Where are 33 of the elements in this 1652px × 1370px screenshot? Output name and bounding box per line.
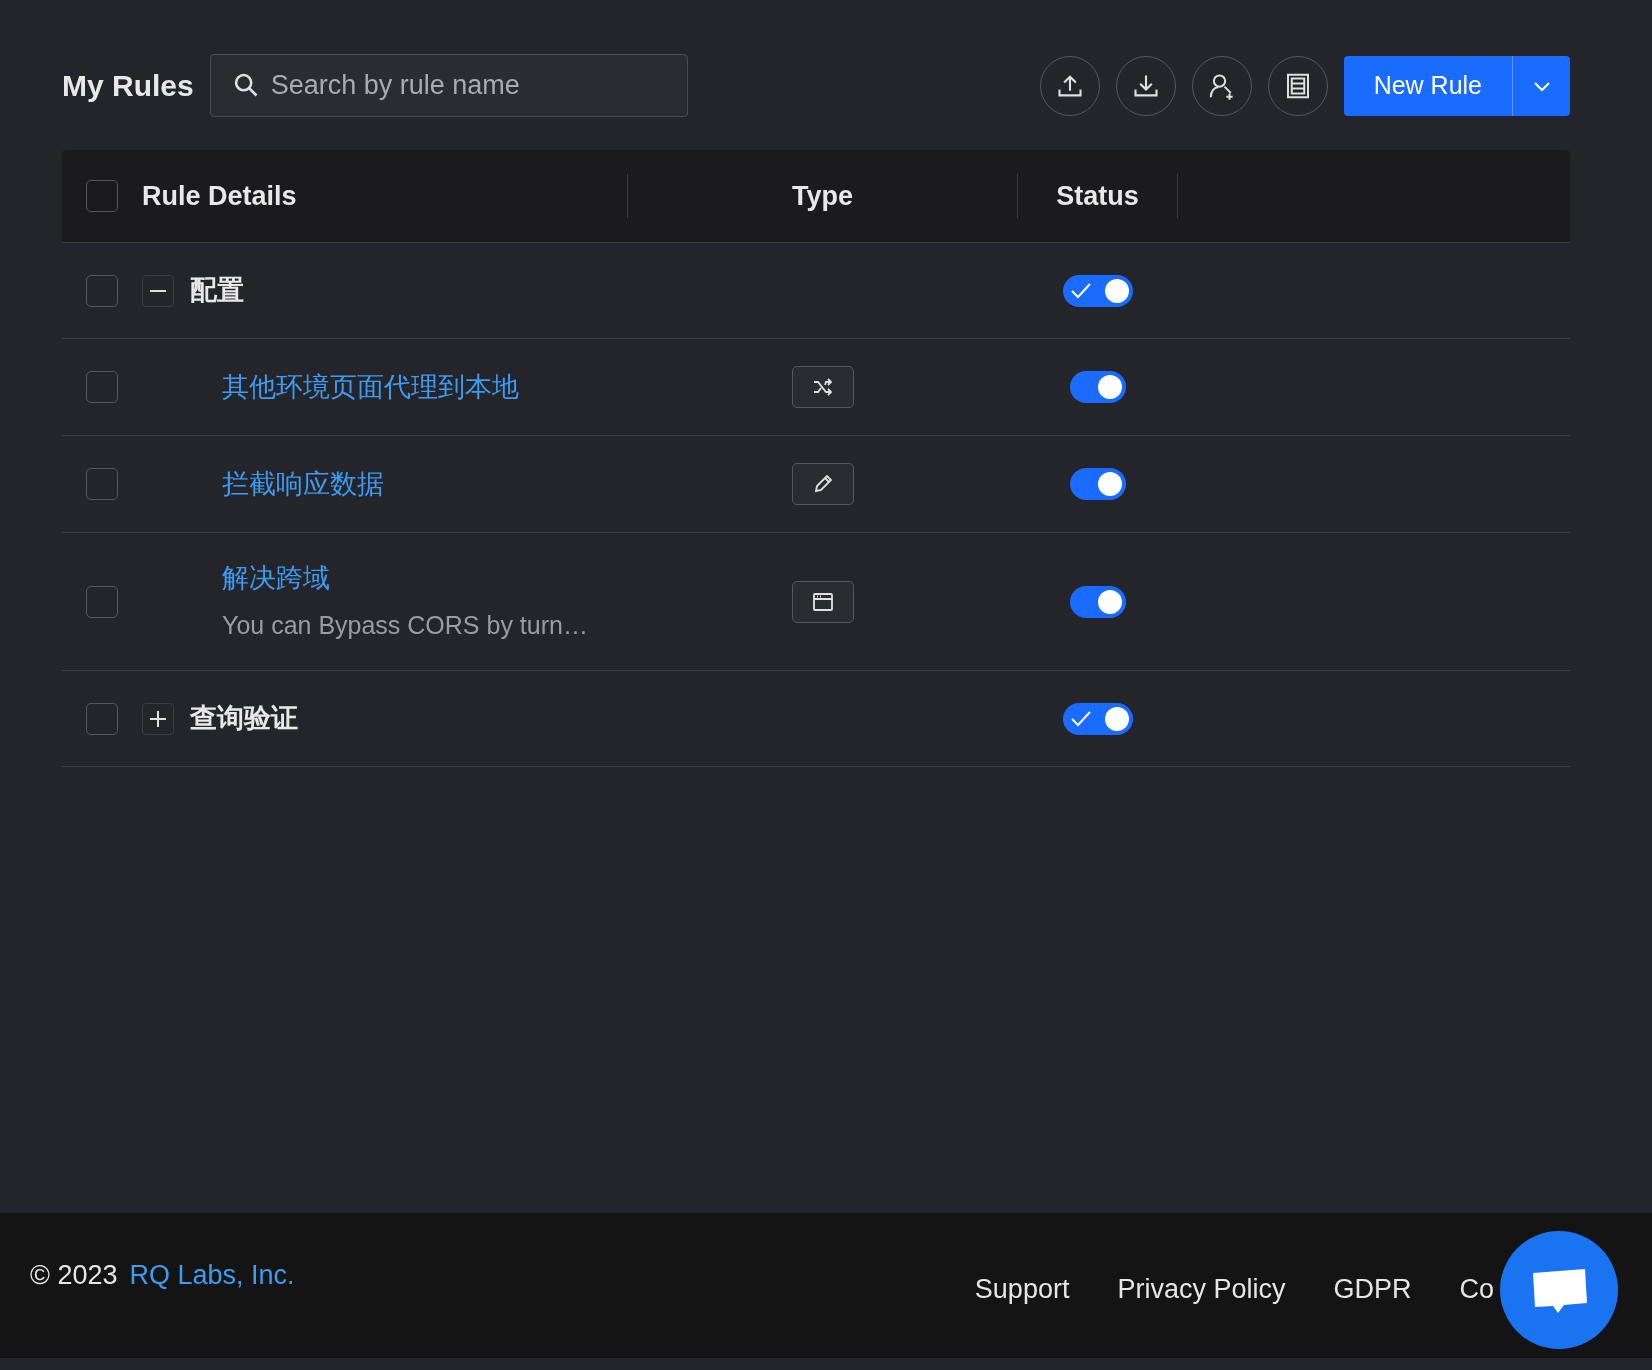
column-header: Rule Details [142, 179, 297, 213]
status-toggle[interactable] [1070, 468, 1126, 500]
group-name[interactable]: 配置 [190, 270, 244, 311]
status-toggle[interactable] [1070, 371, 1126, 403]
rule-name-link[interactable]: 其他环境页面代理到本地 [222, 366, 519, 408]
company-link[interactable]: RQ Labs, Inc. [129, 1255, 295, 1296]
search-field[interactable]: Search by rule name [209, 54, 688, 117]
status-toggle[interactable] [1063, 274, 1133, 307]
status-toggle[interactable] [1070, 585, 1126, 618]
checkbox[interactable] [86, 371, 118, 403]
rule-name-link[interactable]: 解决跨域 [222, 558, 330, 599]
checkbox[interactable] [86, 180, 118, 212]
minus-icon [150, 289, 166, 292]
footer-link[interactable]: GDPR [1333, 1269, 1412, 1310]
page-title: My Rules [62, 68, 194, 104]
copyright-text: © 2023 [30, 1259, 118, 1292]
plus-icon [148, 708, 168, 729]
checkbox[interactable] [86, 274, 118, 307]
checkbox[interactable] [86, 702, 118, 735]
new-rule-button[interactable]: New Rule [1343, 55, 1512, 116]
collapse-button[interactable] [142, 274, 174, 307]
expand-button[interactable] [142, 702, 174, 735]
rule-description: You can Bypass CORS by turn… [222, 609, 588, 641]
column-header: Type [792, 179, 853, 213]
status-toggle[interactable] [1063, 702, 1133, 735]
column-header: Status [1056, 179, 1139, 213]
checkbox[interactable] [86, 585, 118, 618]
footer-link[interactable]: Support [974, 1269, 1070, 1310]
rule-name-link[interactable]: 拦截响应数据 [222, 463, 384, 505]
group-name[interactable]: 查询验证 [190, 698, 298, 739]
checkbox[interactable] [86, 468, 118, 500]
footer-link[interactable]: Co [1459, 1269, 1494, 1310]
footer-link[interactable]: Privacy Policy [1117, 1269, 1286, 1310]
